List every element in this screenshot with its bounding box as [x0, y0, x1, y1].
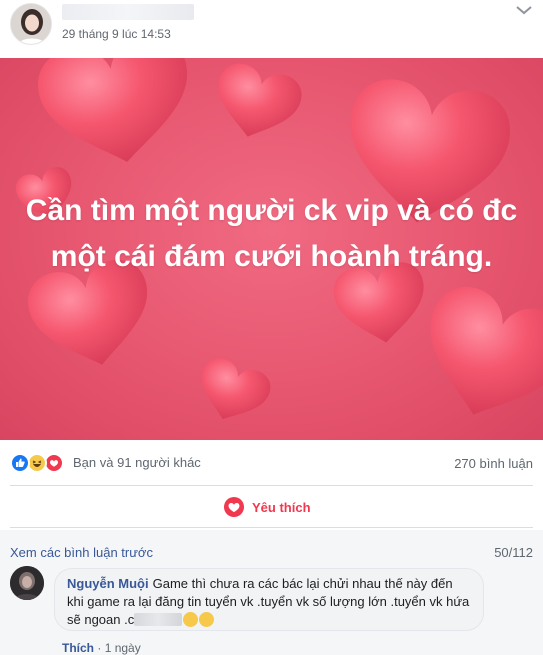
- comment-time[interactable]: 1 ngày: [105, 641, 141, 655]
- heart-icon: [207, 58, 307, 148]
- heart-icon: [32, 58, 202, 175]
- smirk-emoji-icon: [183, 612, 199, 627]
- love-button-label: Yêu thích: [252, 499, 311, 515]
- love-button[interactable]: Yêu thích: [224, 496, 311, 518]
- comment-bubble: Nguyễn Muội Game thì chưa ra các bác lại …: [54, 568, 484, 631]
- haha-reaction-icon: [27, 453, 47, 473]
- post-timestamp[interactable]: 29 tháng 9 lúc 14:53: [62, 27, 171, 41]
- heart-icon: [224, 497, 244, 517]
- reactions-bar: Bạn và 91 người khác 270 bình luận: [0, 441, 543, 485]
- reaction-summary[interactable]: Bạn và 91 người khác: [73, 455, 201, 470]
- heart-icon: [406, 277, 543, 437]
- comment-like-link[interactable]: Thích: [62, 641, 94, 655]
- post-image[interactable]: Cần tìm một người ck vip và có đc một cá…: [0, 58, 543, 440]
- comment-actions: Thích · 1 ngày: [62, 641, 141, 655]
- post-actions: Yêu thích: [0, 488, 543, 526]
- like-reaction-icon: [10, 453, 30, 473]
- divider: [10, 485, 533, 486]
- author-avatar[interactable]: [10, 3, 52, 45]
- heart-icon: [189, 353, 276, 431]
- post-header: 29 tháng 9 lúc 14:53: [0, 0, 543, 58]
- love-reaction-icon: [44, 453, 64, 473]
- comment-count[interactable]: 270 bình luận: [454, 456, 533, 471]
- comment-page-count: 50/112: [494, 545, 533, 560]
- view-previous-comments-link[interactable]: Xem các bình luận trước: [10, 545, 153, 560]
- comment-separator: ·: [97, 641, 105, 655]
- author-name[interactable]: [62, 4, 194, 20]
- divider: [10, 527, 533, 528]
- reaction-icons[interactable]: [10, 453, 72, 473]
- redacted-text: [134, 613, 183, 626]
- more-icon[interactable]: [515, 4, 533, 16]
- comments-section: Xem các bình luận trước 50/112 Nguyễn Mu…: [0, 530, 543, 655]
- commenter-avatar[interactable]: [10, 566, 44, 600]
- post-text: Cần tìm một người ck vip và có đc một cá…: [25, 194, 518, 273]
- comment-author[interactable]: Nguyễn Muội: [67, 576, 149, 591]
- smirk-emoji-icon: [199, 612, 215, 627]
